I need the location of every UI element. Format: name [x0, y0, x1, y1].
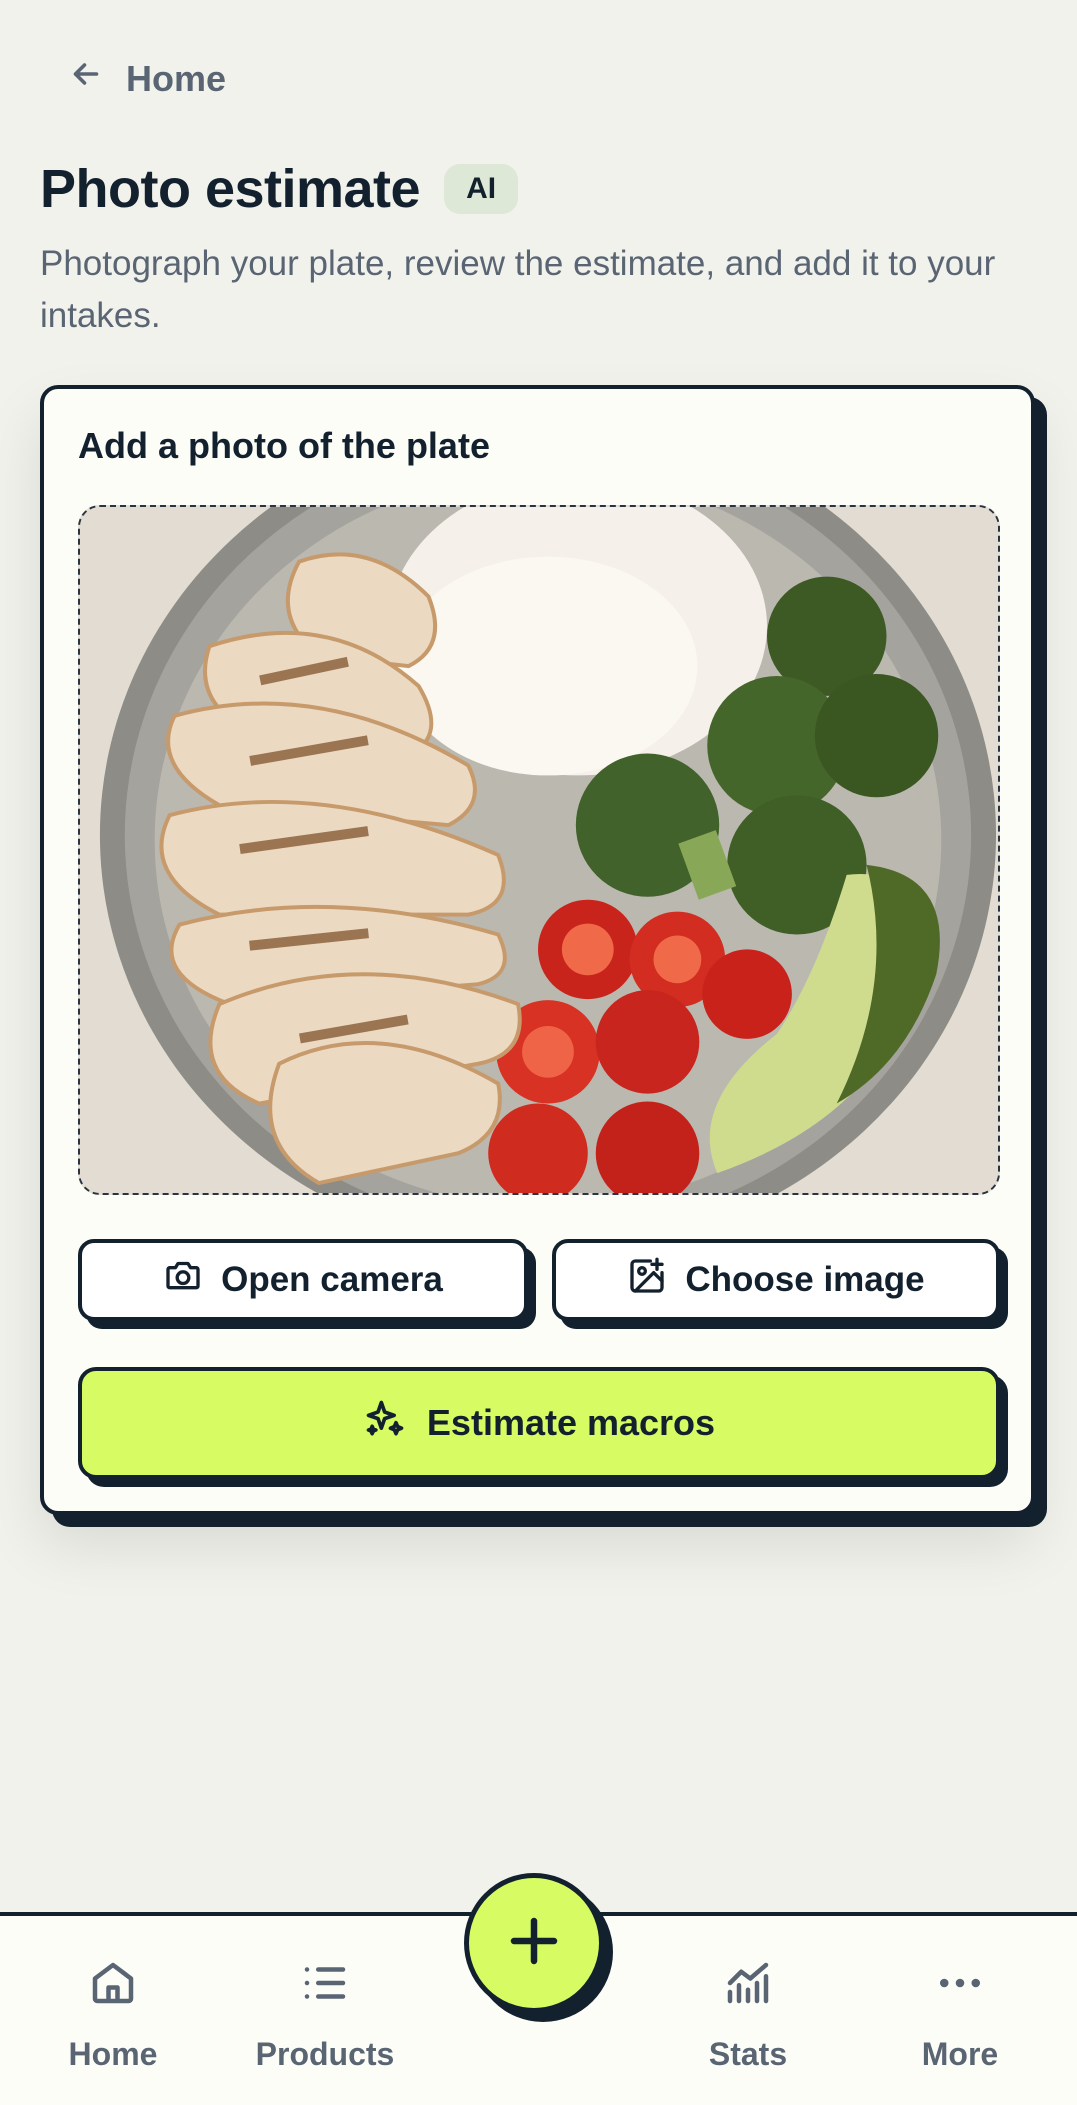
nav-item-label: Stats [708, 2036, 788, 2072]
page-subtitle: Photograph your plate, review the estima… [40, 244, 996, 335]
camera-icon [163, 1256, 203, 1305]
back-link[interactable]: Home [68, 56, 226, 101]
nav-item-label: Home [68, 2036, 158, 2072]
more-icon [933, 1956, 987, 2018]
nav-item-stats[interactable]: Stats [648, 1956, 848, 2073]
back-link-label: Home [126, 57, 227, 99]
list-icon [298, 1956, 352, 2018]
arrow-left-icon [68, 56, 104, 101]
open-camera-label: Open camera [221, 1260, 443, 1299]
sparkles-icon [363, 1397, 407, 1450]
page-title: Photo estimate [40, 159, 421, 219]
nav-item-home[interactable]: Home [13, 1956, 213, 2073]
plate-photo [80, 507, 998, 1193]
photo-card: Add a photo of the plate Open camera Cho… [40, 385, 1035, 1515]
title-row: Photo estimate AI [40, 158, 519, 220]
nav-item-products[interactable]: Products [225, 1956, 425, 2073]
nav-item-more[interactable]: More [860, 1956, 1060, 2073]
image-plus-icon [627, 1256, 667, 1305]
estimate-macros-button[interactable]: Estimate macros [78, 1367, 1000, 1479]
open-camera-button[interactable]: Open camera [78, 1239, 528, 1321]
estimate-macros-label: Estimate macros [426, 1402, 716, 1443]
add-intake-button[interactable] [464, 1873, 604, 2013]
nav-item-label: Products [255, 2036, 395, 2072]
nav-item-label: More [921, 2036, 999, 2072]
home-icon [86, 1956, 140, 2018]
choose-image-label: Choose image [685, 1260, 925, 1299]
photo-dropzone[interactable] [78, 505, 1000, 1195]
stats-icon [721, 1956, 775, 2018]
ai-badge: AI [444, 164, 519, 214]
card-title: Add a photo of the plate [78, 425, 490, 466]
plus-icon [504, 1911, 564, 1976]
choose-image-button[interactable]: Choose image [552, 1239, 1000, 1321]
